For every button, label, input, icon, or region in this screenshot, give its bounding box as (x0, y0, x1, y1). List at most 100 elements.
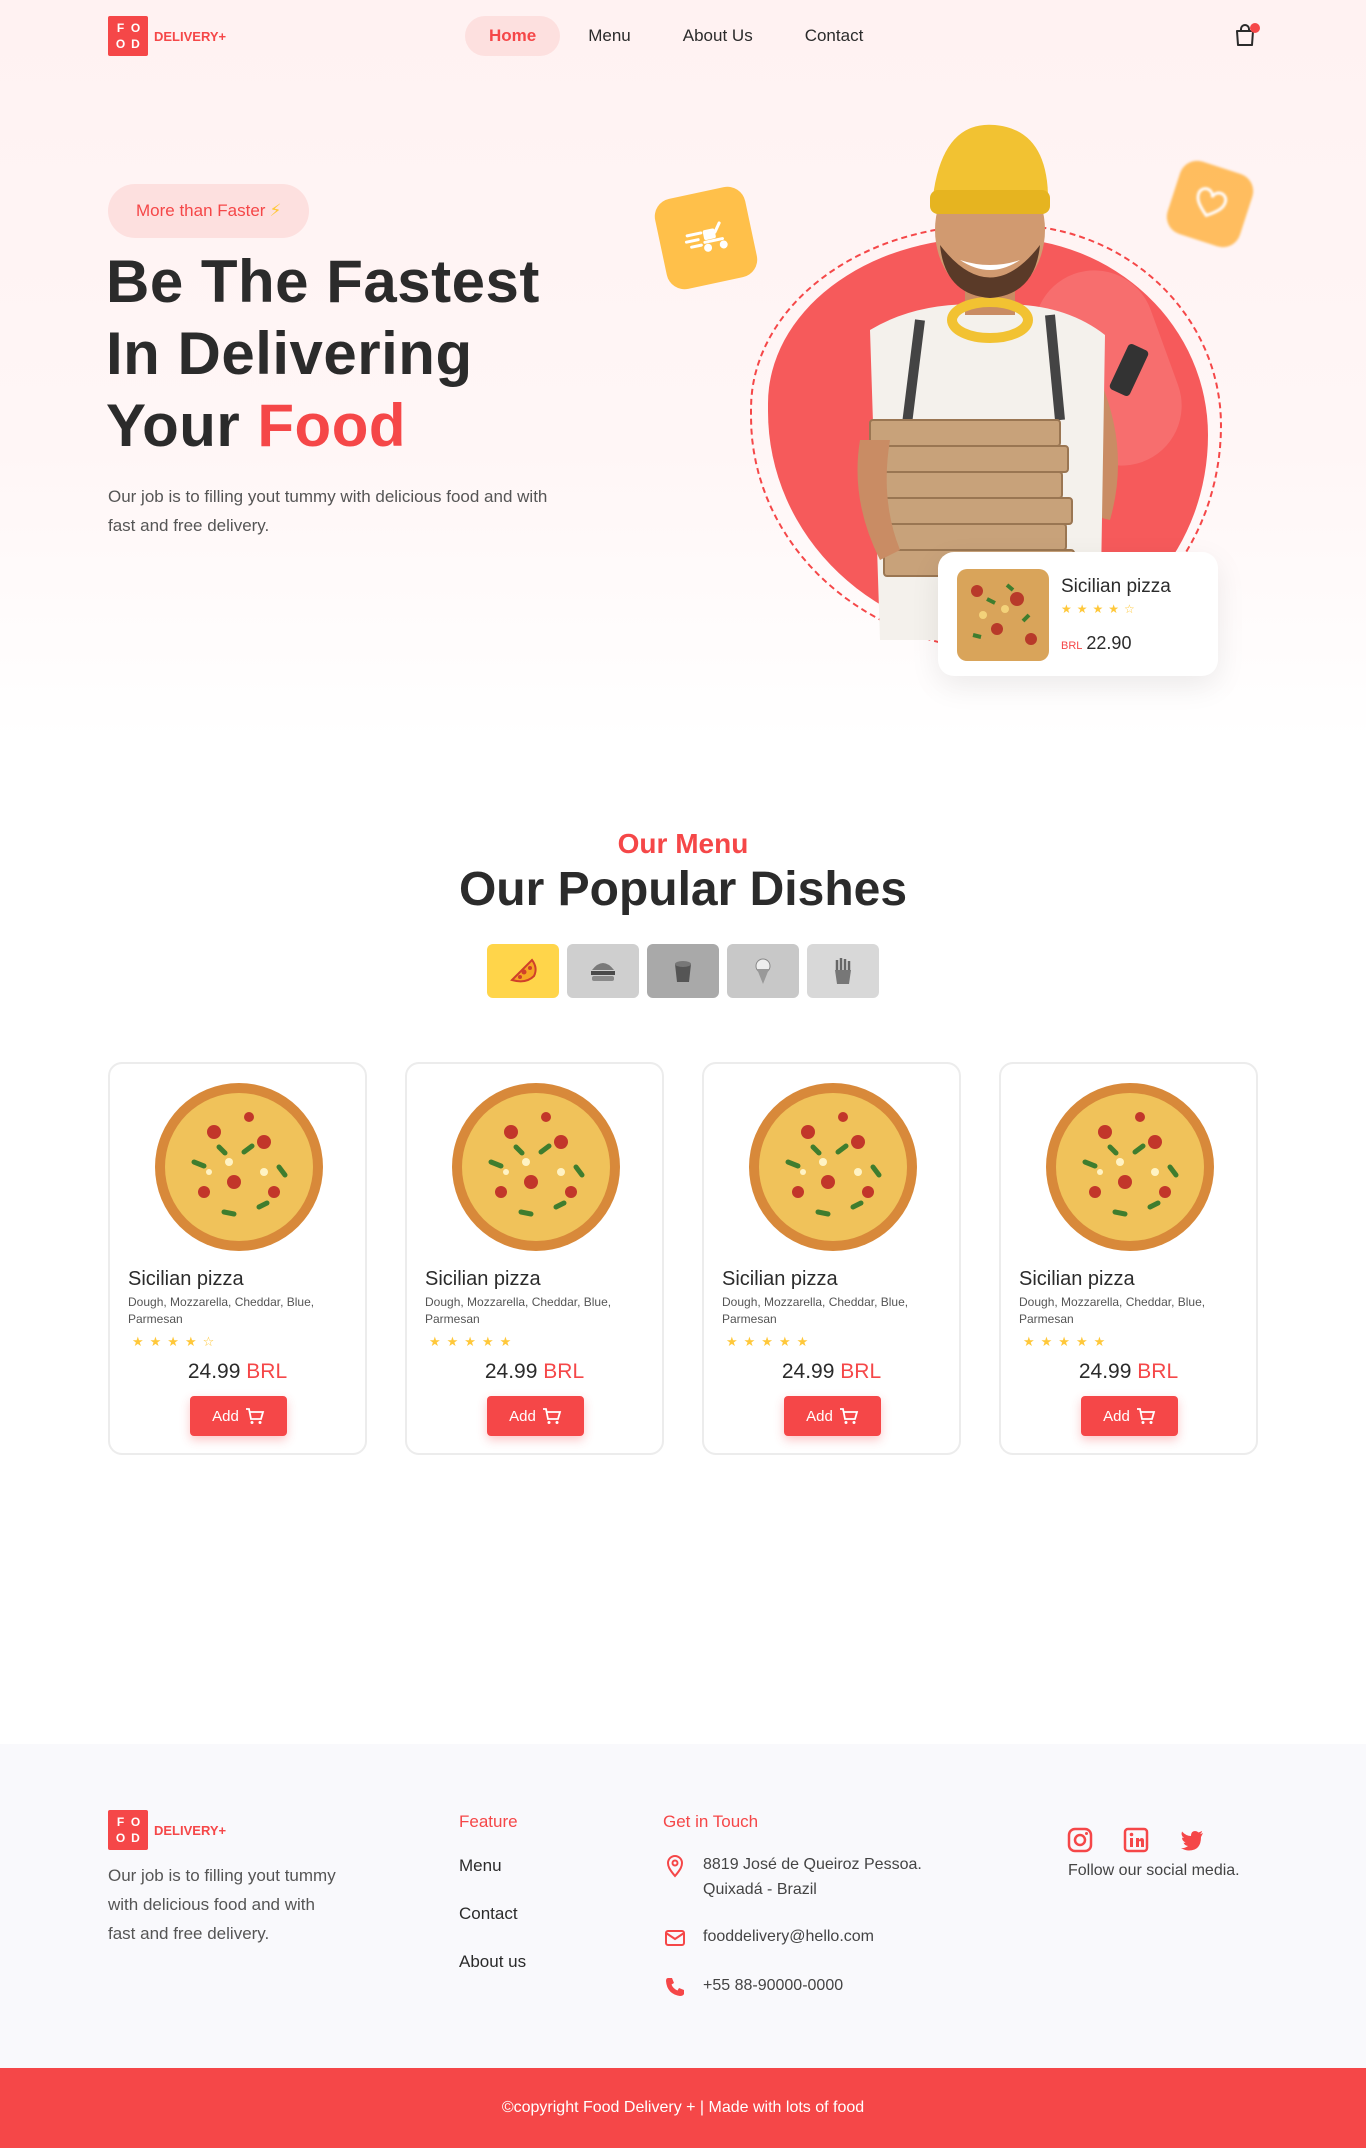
menu-section-subtitle: Our Menu (617, 828, 749, 859)
pizza-image (749, 1083, 917, 1251)
featured-dish-price: BRL 22.90 (1061, 633, 1131, 654)
pizza-image (452, 1083, 620, 1251)
add-to-cart-button[interactable]: Add (190, 1396, 287, 1436)
dish-price-value: 24.99 (781, 1360, 835, 1383)
follow-social-text: Follow our social media. (1068, 1862, 1240, 1879)
footer-email[interactable]: fooddelivery@hello.com (663, 1924, 874, 1950)
dish-name: Sicilian pizza (425, 1268, 541, 1290)
footer-link-contact[interactable]: Contact (459, 1904, 518, 1924)
add-button-label: Add (212, 1407, 239, 1425)
scooter-icon (684, 221, 728, 252)
dish-price: 24.99 BRL (110, 1360, 365, 1384)
hero-title-line: Be The Fastest (106, 248, 540, 315)
category-drink[interactable] (647, 944, 719, 998)
cart-icon (245, 1408, 265, 1424)
featured-dish-image (957, 569, 1049, 661)
add-button-label: Add (509, 1407, 536, 1425)
dish-price: 24.99 BRL (1001, 1360, 1256, 1384)
logo-letter: O (130, 21, 141, 35)
add-to-cart-button[interactable]: Add (784, 1396, 881, 1436)
dish-currency: BRL (246, 1360, 288, 1383)
address-line: 8819 José de Queiroz Pessoa. (703, 1856, 922, 1873)
dish-name: Sicilian pizza (722, 1268, 838, 1290)
logo-letter: F (116, 1815, 125, 1829)
hero-title-line: Your (106, 392, 241, 459)
ice-cream-icon (755, 958, 771, 984)
mail-icon (665, 1930, 685, 1946)
hero-badge-text: More than Faster (136, 201, 266, 220)
category-ice-cream[interactable] (727, 944, 799, 998)
category-burger[interactable] (567, 944, 639, 998)
nav-menu[interactable]: Menu (564, 16, 655, 56)
featured-dish-rating: ★★★★☆ (1061, 602, 1140, 616)
category-pizza[interactable] (487, 944, 559, 998)
logo-text: DELIVERY+ (154, 1822, 227, 1838)
logo-letter: D (131, 37, 140, 51)
hero-title-line: In Delivering (106, 320, 473, 387)
dish-currency: BRL (840, 1360, 882, 1383)
dish-price: 24.99 BRL (704, 1360, 959, 1384)
footer-address: 8819 José de Queiroz Pessoa. Quixadá - Br… (663, 1852, 922, 1902)
footer-link-about-us[interactable]: About us (459, 1952, 526, 1972)
instagram-icon[interactable] (1066, 1826, 1094, 1854)
dish-description: Dough, Mozzarella, Cheddar, Blue, Parmes… (425, 1295, 612, 1326)
drink-icon (675, 961, 691, 982)
dish-price-value: 24.99 (1078, 1360, 1132, 1383)
logo-mark: F O O D (108, 1810, 148, 1850)
hero-title-accent: Food (257, 392, 406, 459)
featured-dish-currency: BRL (1061, 640, 1083, 652)
dish-card[interactable]: Sicilian pizza Dough, Mozzarella, Chedda… (108, 1062, 367, 1455)
nav-contact[interactable]: Contact (781, 16, 888, 56)
add-button-label: Add (806, 1407, 833, 1425)
pizza-image (1046, 1083, 1214, 1251)
dish-price: 24.99 BRL (407, 1360, 662, 1384)
pizza-icon (510, 958, 537, 983)
address-line: Quixadá - Brazil (703, 1881, 817, 1898)
cart-icon (839, 1408, 859, 1424)
scooter-tile (651, 183, 761, 293)
category-fries[interactable] (807, 944, 879, 998)
add-button-label: Add (1103, 1407, 1130, 1425)
dish-rating: ★★★★★ (726, 1334, 815, 1349)
dish-description: Dough, Mozzarella, Cheddar, Blue, Parmes… (1019, 1295, 1206, 1326)
dish-card[interactable]: Sicilian pizza Dough, Mozzarella, Chedda… (405, 1062, 664, 1455)
fries-icon (835, 958, 851, 984)
linkedin-icon[interactable] (1122, 1826, 1150, 1854)
social-links (1066, 1826, 1206, 1854)
hero-description: Our job is to filling yout tummy with de… (108, 487, 548, 535)
footer-contact-heading: Get in Touch (663, 1812, 759, 1831)
twitter-icon[interactable] (1178, 1826, 1206, 1854)
dish-price-value: 24.99 (484, 1360, 538, 1383)
dish-card[interactable]: Sicilian pizza Dough, Mozzarella, Chedda… (702, 1062, 961, 1455)
phone-icon (666, 1978, 684, 1996)
logo-letter: F (116, 21, 125, 35)
dish-card[interactable]: Sicilian pizza Dough, Mozzarella, Chedda… (999, 1062, 1258, 1455)
main-nav: Home Menu About Us Contact (465, 16, 887, 56)
nav-about-us[interactable]: About Us (659, 16, 777, 56)
category-filter (487, 944, 879, 998)
add-to-cart-button[interactable]: Add (1081, 1396, 1178, 1436)
featured-dish-card[interactable]: Sicilian pizza ★★★★☆ BRL 22.90 (938, 552, 1218, 676)
dish-price-value: 24.99 (187, 1360, 241, 1383)
heart-icon (1196, 187, 1228, 218)
footer-link-menu[interactable]: Menu (459, 1856, 502, 1876)
footer-logo[interactable]: F O O D DELIVERY+ (108, 1810, 226, 1850)
burger-icon (591, 963, 615, 981)
logo-letter: O (115, 1831, 126, 1845)
email-text: fooddelivery@hello.com (703, 1928, 874, 1945)
dish-name: Sicilian pizza (128, 1268, 244, 1290)
dish-description: Dough, Mozzarella, Cheddar, Blue, Parmes… (722, 1295, 909, 1326)
header-logo[interactable]: F O O D DELIVERY+ (108, 16, 226, 56)
dish-description: Dough, Mozzarella, Cheddar, Blue, Parmes… (128, 1295, 315, 1326)
copyright-bar: ©copyright Food Delivery + | Made with l… (0, 2068, 1366, 2148)
footer: F O O D DELIVERY+ Our job is to filling … (0, 1744, 1366, 2068)
dish-rating: ★★★★★ (1023, 1334, 1112, 1349)
logo-text: DELIVERY+ (154, 28, 227, 44)
logo-letter: O (115, 37, 126, 51)
add-to-cart-button[interactable]: Add (487, 1396, 584, 1436)
cart-button[interactable] (1232, 22, 1260, 48)
footer-phone[interactable]: +55 88-90000-0000 (663, 1973, 843, 1999)
nav-home[interactable]: Home (465, 16, 561, 56)
cart-icon (1136, 1408, 1156, 1424)
hero-badge: More than Faster ⚡ (108, 184, 310, 238)
